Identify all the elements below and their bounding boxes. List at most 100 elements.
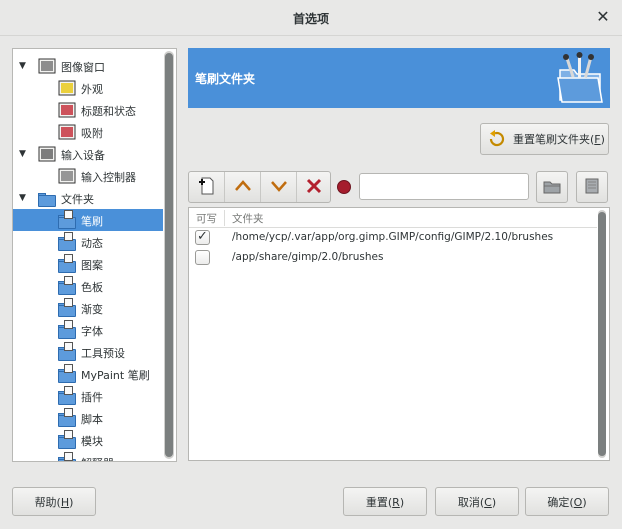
tree-item[interactable]: 吸附: [13, 121, 163, 143]
clear-folder-button[interactable]: [576, 171, 608, 203]
checkmark-icon: ✓: [197, 229, 208, 244]
close-icon[interactable]: ✕: [594, 8, 612, 26]
tree-item-label: 图案: [81, 259, 103, 272]
tree-item[interactable]: 输入控制器: [13, 165, 163, 187]
move-down-icon: [269, 176, 289, 199]
tree-list: ▼ 图像窗口外观标题和状态吸附 ▼ 输入设备输入控制器 ▼ 文件夹笔刷动态图案色板渐变字体…: [13, 49, 163, 461]
preferences-tree[interactable]: ▼ 图像窗口外观标题和状态吸附 ▼ 输入设备输入控制器 ▼ 文件夹笔刷动态图案色板渐变字体…: [12, 48, 177, 462]
font-folder-icon: [57, 320, 77, 340]
tree-item[interactable]: 外观: [13, 77, 163, 99]
tree-item[interactable]: 脚本: [13, 407, 163, 429]
tree-item[interactable]: 工具预设: [13, 341, 163, 363]
writable-checkbox[interactable]: ✓: [195, 229, 210, 245]
tree-item[interactable]: 渐变: [13, 297, 163, 319]
tree-item-label: 外观: [81, 83, 103, 96]
folder-toolbar: [188, 171, 331, 203]
palette-folder-icon: [57, 276, 77, 296]
tree-item-label: 解释器: [81, 455, 114, 461]
title-status-icon: [57, 100, 77, 120]
image-window-icon: [37, 56, 57, 76]
tree-item-label: 动态: [81, 237, 103, 250]
tree-item[interactable]: ▼ 输入设备: [13, 143, 163, 165]
browse-folder-icon: [542, 176, 562, 199]
new-folder-icon: [197, 176, 217, 199]
title-bar: 首选项 ✕: [0, 0, 622, 36]
window-title: 首选项: [292, 12, 329, 26]
tree-item-label: 色板: [81, 281, 103, 294]
new-folder-button[interactable]: [189, 172, 225, 202]
tree-item[interactable]: 模块: [13, 429, 163, 451]
browse-folder-button[interactable]: [536, 171, 568, 203]
tree-item[interactable]: 笔刷: [13, 209, 163, 231]
tree-item-label: 插件: [81, 391, 103, 404]
folder-path-input[interactable]: [359, 173, 529, 200]
tree-item[interactable]: 色板: [13, 275, 163, 297]
ok-button[interactable]: 确定(O): [525, 487, 609, 516]
page-header: 笔刷文件夹: [188, 48, 610, 108]
tree-item[interactable]: MyPaint 笔刷: [13, 363, 163, 385]
tree-item-label: 渐变: [81, 303, 103, 316]
delete-button[interactable]: [297, 172, 331, 202]
reset-brush-folders-label: 重置笔刷文件夹(F): [513, 133, 605, 146]
folder-list-scrollbar-thumb[interactable]: [598, 212, 606, 456]
tree-item-label: 图像窗口: [61, 61, 105, 74]
script-folder-icon: [57, 408, 77, 428]
tree-item[interactable]: 标题和状态: [13, 99, 163, 121]
tree-scrollbar[interactable]: [164, 51, 174, 459]
expander-arrow-icon[interactable]: ▼: [19, 61, 29, 71]
tree-item[interactable]: 插件: [13, 385, 163, 407]
tree-item[interactable]: ▼ 图像窗口: [13, 55, 163, 77]
folder-path: /app/share/gimp/2.0/brushes: [232, 251, 384, 263]
move-up-icon: [233, 176, 253, 199]
brush-folder-large-icon: [554, 52, 606, 104]
reset-brush-folders-button[interactable]: 重置笔刷文件夹(F): [480, 123, 609, 155]
mypaint-brush-folder-icon: [57, 364, 77, 384]
tree-item[interactable]: 解释器: [13, 451, 163, 461]
writable-checkbox[interactable]: [195, 250, 210, 265]
folder-row[interactable]: /app/share/gimp/2.0/brushes: [189, 248, 597, 268]
tree-item-label: 吸附: [81, 127, 103, 140]
folders-icon: [37, 188, 57, 208]
tree-item[interactable]: ▼ 文件夹: [13, 187, 163, 209]
tree-item-label: 笔刷: [81, 215, 103, 228]
folder-list-header: 可写 文件夹: [189, 208, 597, 228]
brush-folder-icon: [57, 210, 77, 230]
folder-status-indicator: [337, 180, 351, 194]
help-button[interactable]: 帮助(H): [12, 487, 96, 516]
input-controller-icon: [57, 166, 77, 186]
move-up-button[interactable]: [225, 172, 261, 202]
move-down-button[interactable]: [261, 172, 297, 202]
interpreter-folder-icon: [57, 452, 77, 461]
tree-item[interactable]: 动态: [13, 231, 163, 253]
reset-button[interactable]: 重置(R): [343, 487, 427, 516]
folder-list-scrollbar[interactable]: [598, 210, 606, 458]
dynamics-folder-icon: [57, 232, 77, 252]
clear-folder-icon: [582, 176, 602, 199]
tree-item-label: 标题和状态: [81, 105, 136, 118]
folder-row[interactable]: ✓ /home/ycp/.var/app/org.gimp.GIMP/confi…: [189, 228, 597, 248]
expander-arrow-icon[interactable]: ▼: [19, 193, 29, 203]
reset-icon: [487, 129, 507, 149]
delete-icon: [304, 176, 324, 199]
input-devices-icon: [37, 144, 57, 164]
tree-item[interactable]: 图案: [13, 253, 163, 275]
tree-item-label: 输入控制器: [81, 171, 136, 184]
tree-item[interactable]: 字体: [13, 319, 163, 341]
tree-item-label: MyPaint 笔刷: [81, 369, 150, 382]
tree-item-label: 输入设备: [61, 149, 105, 162]
tool-preset-folder-icon: [57, 342, 77, 362]
folder-list: 可写 文件夹 ✓ /home/ycp/.var/app/org.gimp.GIM…: [188, 207, 610, 461]
tree-item-label: 脚本: [81, 413, 103, 426]
column-writable[interactable]: 可写: [196, 211, 217, 226]
tree-item-label: 文件夹: [61, 193, 94, 206]
expander-arrow-icon[interactable]: ▼: [19, 149, 29, 159]
module-folder-icon: [57, 430, 77, 450]
column-folder[interactable]: 文件夹: [232, 211, 264, 226]
pattern-folder-icon: [57, 254, 77, 274]
tree-item-label: 模块: [81, 435, 103, 448]
appearance-icon: [57, 78, 77, 98]
folder-path: /home/ycp/.var/app/org.gimp.GIMP/config/…: [232, 231, 554, 243]
cancel-button[interactable]: 取消(C): [435, 487, 519, 516]
column-separator: [224, 210, 225, 226]
tree-scrollbar-thumb[interactable]: [165, 53, 173, 457]
